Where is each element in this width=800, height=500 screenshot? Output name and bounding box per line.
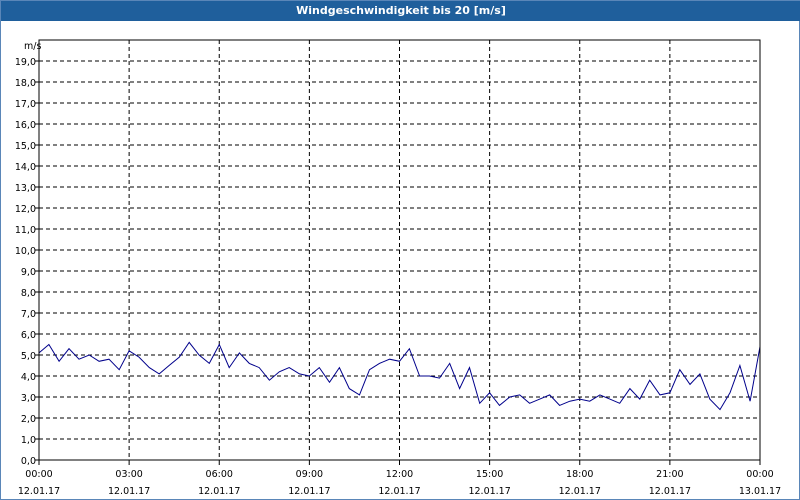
x-tick-time-label: 00:00 xyxy=(746,469,773,480)
y-tick-label: 6,0 xyxy=(21,330,36,341)
y-tick-label: 13,0 xyxy=(15,183,36,194)
x-tick-date-label: 12.01.17 xyxy=(288,486,330,497)
x-tick-time-label: 12:00 xyxy=(386,469,413,480)
y-tick-label: 2,0 xyxy=(21,414,36,425)
x-axis-tick-labels: 00:00 12.01.17 03:00 12.01.17 06:00 12.01.17 0… xyxy=(18,469,781,497)
x-tick-time-label: 21:00 xyxy=(656,469,683,480)
grid xyxy=(35,40,761,465)
y-tick-label: 10,0 xyxy=(15,246,36,257)
y-tick-label: 12,0 xyxy=(15,204,36,215)
x-tick-date-label: 12.01.17 xyxy=(198,486,240,497)
y-tick-label: 7,0 xyxy=(21,309,36,320)
y-tick-label: 14,0 xyxy=(15,162,36,173)
y-tick-label: 15,0 xyxy=(15,141,36,152)
y-tick-label: 0,0 xyxy=(21,456,36,467)
y-tick-label: 3,0 xyxy=(21,393,36,404)
x-tick-time-label: 09:00 xyxy=(296,469,323,480)
x-tick-time-label: 00:00 xyxy=(25,469,52,480)
y-tick-label: 9,0 xyxy=(21,267,36,278)
x-tick-date-label: 12.01.17 xyxy=(649,486,691,497)
x-tick-date-label: 12.01.17 xyxy=(559,486,601,497)
x-tick-time-label: 03:00 xyxy=(115,469,142,480)
x-tick-date-label: 12.01.17 xyxy=(18,486,60,497)
y-tick-label: 18,0 xyxy=(15,78,36,89)
y-tick-label: 5,0 xyxy=(21,351,36,362)
x-tick-date-label: 12.01.17 xyxy=(468,486,510,497)
y-tick-label: 8,0 xyxy=(21,288,36,299)
x-tick-time-label: 18:00 xyxy=(566,469,593,480)
y-axis-tick-labels: 0,0 1,0 2,0 3,0 4,0 5,0 6,0 7,0 8,0 9,0 10,0 11,0 12… xyxy=(15,57,36,467)
y-tick-label: 19,0 xyxy=(15,57,36,68)
wind-speed-chart: m/s 0,01,02,03,04,05,06,07,08,09,010,011… xyxy=(15,39,781,497)
x-tick-date-label: 13.01.17 xyxy=(739,486,781,497)
y-tick-label: 17,0 xyxy=(15,99,36,110)
x-tick-date-label: 12.01.17 xyxy=(378,486,420,497)
x-tick-time-label: 15:00 xyxy=(476,469,503,480)
y-tick-label: 11,0 xyxy=(15,225,36,236)
y-tick-label: 1,0 xyxy=(21,435,36,446)
x-tick-date-label: 12.01.17 xyxy=(108,486,150,497)
y-tick-label: 16,0 xyxy=(15,120,36,131)
x-tick-time-label: 06:00 xyxy=(206,469,233,480)
y-tick-label: 4,0 xyxy=(21,372,36,383)
